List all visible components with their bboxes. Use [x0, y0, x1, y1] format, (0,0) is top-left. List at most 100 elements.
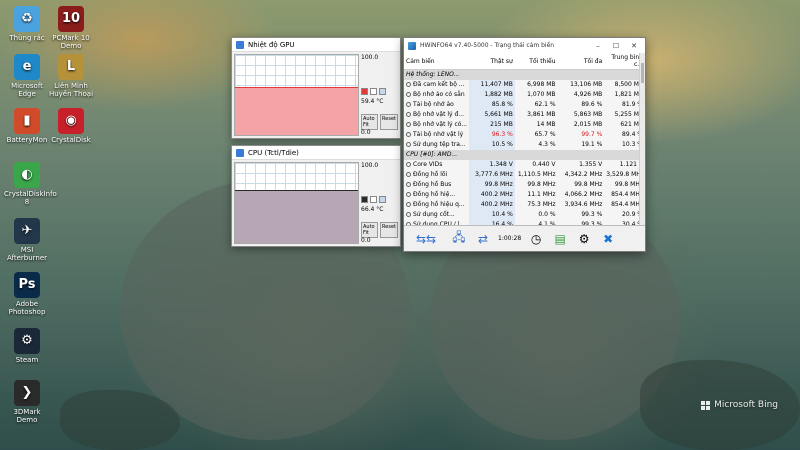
sensor-value: 19.1 % [581, 141, 603, 148]
expand-sensor-icon[interactable] [406, 162, 411, 167]
vertical-scrollbar[interactable] [639, 53, 645, 225]
sensor-row[interactable]: Tải bộ nhớ ảo 85.8 % 62.1 % 89.6 % 81.9 % [404, 99, 645, 110]
column-header[interactable]: Thật sự [469, 53, 515, 70]
maximize-icon[interactable]: ☐ [609, 42, 623, 50]
desktop-shortcut-label: Adobe Photoshop [8, 300, 46, 316]
desktop-shortcut[interactable]: 10 PCMark 10 Demo [48, 6, 94, 50]
sensor-icon [406, 112, 411, 117]
sensor-value: 3,861 MB [527, 111, 556, 118]
column-header[interactable]: Tối đa [557, 53, 605, 70]
reset-button[interactable]: Reset [380, 222, 398, 238]
network-share-icon[interactable]: ⇄ [474, 230, 492, 248]
sensor-row[interactable]: Đồng hồ hiệ... 400.2 MHz 11.1 MHz 4,066.2 M… [404, 189, 645, 200]
series-color-swatch[interactable] [361, 88, 368, 95]
minimize-icon[interactable]: – [591, 42, 605, 50]
sensor-row[interactable]: Đồng hồ Bus 99.8 MHz 99.8 MHz 99.8 MHz 99.8 … [404, 179, 645, 190]
report-icon[interactable]: ▤ [551, 230, 569, 248]
auto-fit-button[interactable]: Auto Fit [361, 222, 379, 238]
graph-min-label: 0.0 [361, 237, 371, 244]
desktop-shortcut[interactable]: ◉ CrystalDisk [48, 108, 94, 144]
background-color-swatch[interactable] [370, 88, 377, 95]
sensor-value: 99.8 MHz [574, 181, 603, 188]
sensor-value: 96.3 % [469, 129, 515, 140]
sensor-value: 1.355 V [579, 161, 603, 168]
window-title: Nhiệt độ GPU [248, 40, 295, 49]
3dmark-icon: ❯ [14, 380, 40, 406]
hwinfo-app-icon [408, 41, 416, 50]
sensor-label: Đồng hồ lõi [413, 171, 448, 178]
desktop-shortcut[interactable]: ✈ MSI Afterburner [4, 218, 50, 262]
grid-color-swatch[interactable] [379, 88, 386, 95]
expand-sensor-icon[interactable] [406, 172, 411, 177]
sensor-label: Bộ nhớ vật lý đ... [413, 111, 465, 118]
clock-icon[interactable]: ◷ [527, 230, 545, 248]
desktop-shortcut[interactable]: Ps Adobe Photoshop [4, 272, 50, 316]
expand-sensor-icon[interactable] [406, 192, 411, 197]
sensor-value: 1.348 V [469, 159, 515, 170]
window-titlebar[interactable]: Nhiệt độ GPU [232, 38, 400, 52]
sensor-value: 400.2 MHz [469, 199, 515, 210]
sensor-row[interactable]: Bộ nhớ vật lý đ... 5,661 MB 3,861 MB 5,863 … [404, 109, 645, 120]
sensor-icon [406, 102, 411, 107]
close-x-icon[interactable]: ✖ [599, 230, 617, 248]
sensor-row[interactable]: Đồng hồ hiệu q... 400.2 MHz 75.3 MHz 3,934.… [404, 199, 645, 210]
graph-max-label: 100.0 [361, 162, 379, 169]
sensor-value: 4,066.2 MHz [564, 191, 603, 198]
desktop-shortcut[interactable]: ◐ CrystalDiskInfo 8 [4, 162, 57, 206]
close-icon[interactable]: ✕ [627, 42, 641, 50]
sensor-value: 400.2 MHz [469, 189, 515, 200]
grid-color-swatch[interactable] [379, 196, 386, 203]
sensor-label: Đồng hồ hiệu q... [413, 201, 465, 208]
arrows-left-right-icon[interactable]: ⇆⇆ [408, 230, 444, 248]
reset-button[interactable]: Reset [380, 114, 398, 130]
desktop-shortcut[interactable]: ❯ 3DMark Demo [4, 380, 50, 424]
gpu-temp-graph-window[interactable]: Nhiệt độ GPU 100.0 59.4 °C Auto Fit Rese… [231, 37, 401, 139]
sensor-icon [406, 82, 411, 87]
sensor-value: 4,926 MB [573, 91, 603, 98]
desktop-shortcut[interactable]: L Liên Minh Huyền Thoại [48, 54, 94, 98]
sensor-row[interactable]: Đồng hồ lõi 3,777.6 MHz 1,110.5 MHz 4,342.2… [404, 169, 645, 180]
window-titlebar[interactable]: CPU (Tctl/Tdie) [232, 146, 400, 160]
sensor-group-row[interactable]: Hệ thống: LENO... [404, 69, 645, 80]
sensor-value: 5,863 MB [573, 111, 603, 118]
app-icon [236, 40, 244, 49]
desktop-shortcut[interactable]: ♻ Thùng rác [4, 6, 50, 42]
desktop-shortcut-label: CrystalDisk [51, 136, 91, 144]
sensor-icon [406, 92, 411, 97]
graph-max-label: 100.0 [361, 54, 379, 61]
series-color-swatch[interactable] [361, 196, 368, 203]
desktop-shortcut-label: MSI Afterburner [6, 246, 48, 262]
background-color-swatch[interactable] [370, 196, 377, 203]
batterymon-icon: ▮ [14, 108, 40, 134]
sensor-row[interactable]: Bộ nhớ vật lý có... 215 MB 14 MB 2,015 MB 62… [404, 119, 645, 130]
sensor-row[interactable]: Core VIDs 1.348 V 0.440 V 1.355 V 1.121 V [404, 159, 645, 170]
sensor-group-row[interactable]: CPU [#0]: AMD... [404, 149, 645, 160]
column-header[interactable]: Tối thiểu [514, 53, 558, 70]
window-titlebar[interactable]: HWiNFO64 v7.40-5000 - Trạng thái cảm biế… [404, 38, 645, 53]
sensor-row[interactable]: Đã cam kết bộ ... 11,407 MB 6,998 MB 13,106… [404, 79, 645, 90]
sensor-icon [406, 202, 411, 207]
settings-gear-icon[interactable]: ⚙ [575, 230, 593, 248]
network-monitor-icon[interactable]: 🖧 [450, 230, 468, 248]
gpu-temp-plot [234, 54, 359, 136]
desktop-shortcut[interactable]: ▮ BatteryMon [4, 108, 50, 144]
desktop-shortcut[interactable]: e Microsoft Edge [4, 54, 50, 98]
elapsed-time: 1:00:28 [498, 235, 522, 242]
cpu-temp-graph-window[interactable]: CPU (Tctl/Tdie) 100.0 66.4 °C Auto Fit R… [231, 145, 401, 247]
expand-sensor-icon[interactable] [406, 212, 411, 217]
sensor-value: 65.7 % [534, 131, 556, 138]
scrollbar-thumb[interactable] [641, 63, 644, 83]
sensor-icon [406, 182, 411, 187]
sensor-row[interactable]: Sử dụng tệp tra... 10.5 % 4.3 % 19.1 % 10.3 … [404, 139, 645, 150]
sensor-icon [406, 132, 411, 137]
sensor-value: 99.8 MHz [527, 181, 556, 188]
sensor-row[interactable]: Tải bộ nhớ vật lý 96.3 % 65.7 % 99.7 % 89.4 … [404, 129, 645, 140]
sensor-value: 2,015 MB [573, 121, 603, 128]
sensor-row[interactable]: Bộ nhớ ảo có sẵn 1,882 MB 1,070 MB 4,926 MB… [404, 89, 645, 100]
graph-current-value: 66.4 °C [361, 206, 384, 213]
auto-fit-button[interactable]: Auto Fit [361, 114, 379, 130]
desktop-shortcut[interactable]: ⚙ Steam [4, 328, 50, 364]
sensor-row[interactable]: Sử dụng cốt... 10.4 % 0.0 % 99.3 % 20.9 % [404, 209, 645, 220]
column-header[interactable]: Cảm biến [404, 53, 470, 70]
hwinfo-sensor-window[interactable]: HWiNFO64 v7.40-5000 - Trạng thái cảm biế… [403, 37, 646, 252]
